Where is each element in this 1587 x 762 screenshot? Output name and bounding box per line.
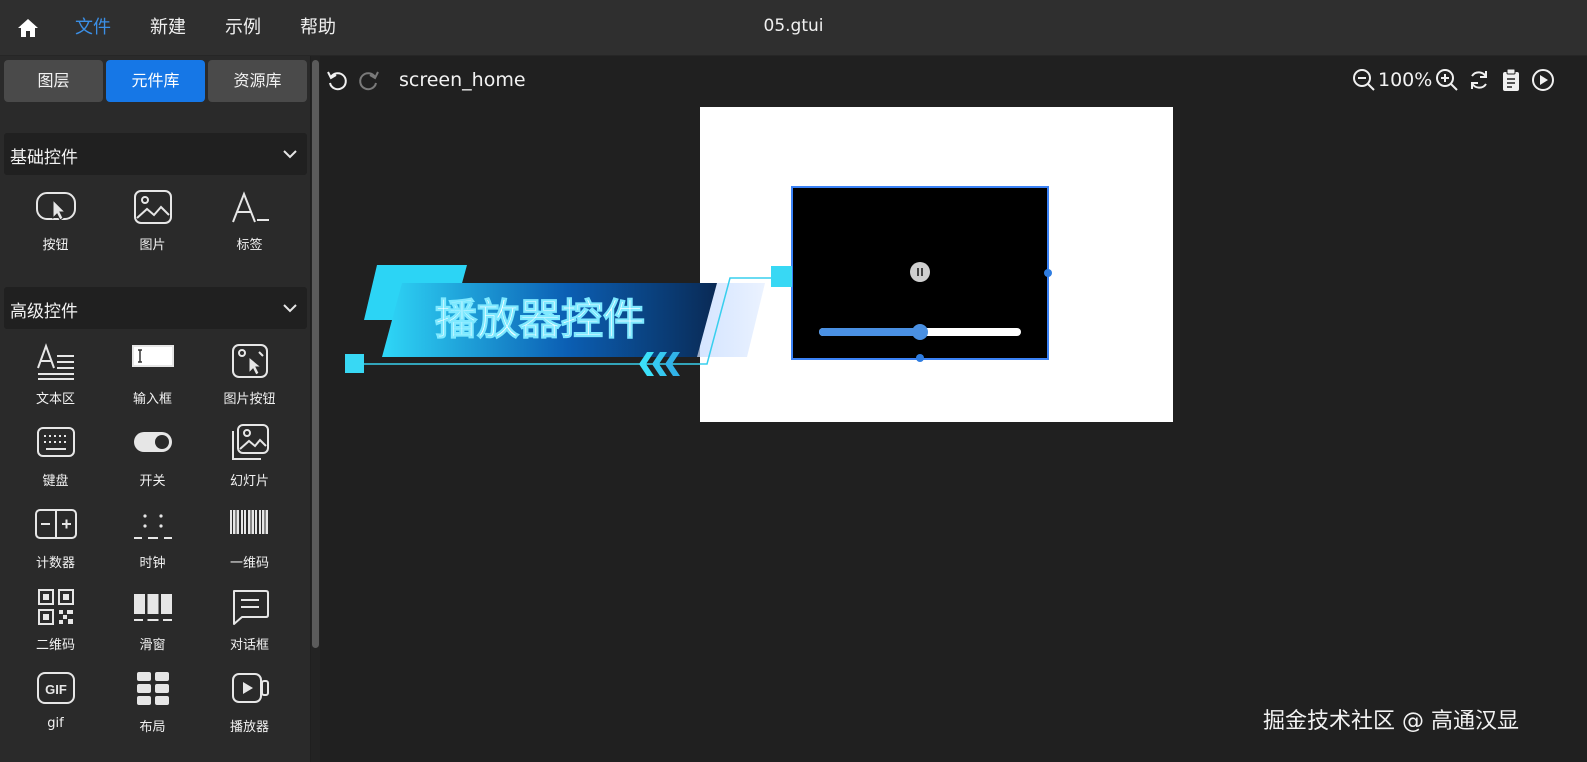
widget-label: 图片 bbox=[139, 238, 166, 253]
image-button-icon bbox=[232, 344, 268, 378]
widget-button[interactable]: 按钮 bbox=[7, 188, 104, 264]
widget-label-text[interactable]: 标签 bbox=[201, 188, 298, 264]
widget-label: 时钟 bbox=[139, 556, 166, 571]
section-advanced-title: 高级控件 bbox=[10, 302, 78, 322]
section-advanced-controls[interactable]: 高级控件 bbox=[4, 287, 307, 329]
zoom-out-icon[interactable] bbox=[1352, 68, 1376, 92]
menu-file[interactable]: 文件 bbox=[75, 16, 111, 40]
widget-keyboard[interactable]: 键盘 bbox=[7, 424, 104, 500]
section-basic-controls[interactable]: 基础控件 bbox=[4, 133, 307, 175]
clock-icon bbox=[134, 514, 172, 539]
chevron-down-icon[interactable] bbox=[281, 145, 299, 163]
widget-slideshow[interactable]: 幻灯片 bbox=[201, 424, 298, 500]
widget-label: 标签 bbox=[236, 238, 263, 253]
panel-scrollbar[interactable] bbox=[311, 56, 320, 762]
layout-grid-icon bbox=[137, 672, 169, 705]
keyboard-icon bbox=[37, 427, 75, 457]
redo-icon[interactable] bbox=[357, 68, 381, 92]
scrollbar-thumb[interactable] bbox=[312, 60, 319, 648]
widget-label: 二维码 bbox=[35, 638, 75, 653]
text-area-icon bbox=[37, 343, 74, 380]
widget-input[interactable]: 输入框 bbox=[104, 342, 201, 418]
widget-qrcode[interactable]: 二维码 bbox=[7, 588, 104, 664]
callout-banner: 播放器控件 bbox=[345, 265, 792, 376]
banner-title: 播放器控件 bbox=[435, 295, 645, 344]
menu-examples[interactable]: 示例 bbox=[225, 16, 261, 40]
tab-resource-library[interactable]: 资源库 bbox=[208, 60, 307, 102]
image-icon bbox=[134, 190, 172, 224]
menu-bar: 文件 新建 示例 帮助 05.gtui bbox=[0, 0, 1587, 56]
widget-label: 一维码 bbox=[229, 556, 269, 571]
editor-area: screen_home 100% bbox=[320, 56, 1587, 762]
widget-counter[interactable]: 计数器 bbox=[7, 506, 104, 582]
component-panel: 图层 元件库 资源库 基础控件 按钮 图片 标签 高级控件 文本区 输入框 图片… bbox=[0, 56, 310, 762]
sliding-window-icon bbox=[134, 594, 172, 621]
play-preview-icon[interactable] bbox=[1531, 68, 1555, 92]
qrcode-icon bbox=[38, 589, 74, 625]
zoom-in-icon[interactable] bbox=[1435, 68, 1459, 92]
counter-icon bbox=[35, 509, 77, 539]
player-widget[interactable] bbox=[791, 186, 1049, 360]
widget-label: 输入框 bbox=[132, 392, 172, 407]
input-box-icon bbox=[132, 345, 174, 367]
button-cursor-icon bbox=[36, 192, 76, 221]
tab-component-library[interactable]: 元件库 bbox=[106, 60, 205, 102]
widget-gif[interactable]: GIF gif bbox=[7, 670, 104, 746]
undo-icon[interactable] bbox=[325, 68, 349, 92]
screen-name: screen_home bbox=[399, 69, 526, 91]
widget-barcode[interactable]: 一维码 bbox=[201, 506, 298, 582]
widget-layout[interactable]: 布局 bbox=[104, 670, 201, 746]
barcode-icon bbox=[230, 510, 268, 534]
widget-label: 播放器 bbox=[229, 720, 269, 735]
menu-help[interactable]: 帮助 bbox=[300, 16, 336, 40]
resize-handle-bottom[interactable] bbox=[916, 354, 924, 362]
file-title: 05.gtui bbox=[763, 16, 824, 36]
widget-dialog[interactable]: 对话框 bbox=[201, 588, 298, 664]
progress-fill bbox=[819, 328, 920, 336]
menu-new[interactable]: 新建 bbox=[150, 16, 186, 40]
widget-label: 布局 bbox=[139, 720, 166, 735]
tab-layers[interactable]: 图层 bbox=[4, 60, 103, 102]
slideshow-icon bbox=[232, 424, 269, 460]
refresh-icon[interactable] bbox=[1467, 68, 1491, 92]
pause-icon[interactable] bbox=[910, 262, 930, 282]
widget-label: 按钮 bbox=[42, 238, 69, 253]
widget-textarea[interactable]: 文本区 bbox=[7, 342, 104, 418]
zoom-level: 100% bbox=[1378, 69, 1433, 91]
widget-sliding-window[interactable]: 滑窗 bbox=[104, 588, 201, 664]
widget-switch[interactable]: 开关 bbox=[104, 424, 201, 500]
toggle-switch-icon bbox=[134, 432, 172, 452]
widget-label: 图片按钮 bbox=[223, 392, 276, 407]
widget-image-button[interactable]: 图片按钮 bbox=[201, 342, 298, 418]
widget-image[interactable]: 图片 bbox=[104, 188, 201, 264]
widget-label: 文本区 bbox=[35, 392, 75, 407]
section-basic-title: 基础控件 bbox=[10, 148, 78, 168]
player-icon bbox=[232, 673, 269, 703]
dialog-icon bbox=[233, 590, 269, 625]
watermark: 掘金技术社区 @ 高通汉显 bbox=[1263, 709, 1519, 734]
chevron-down-icon[interactable] bbox=[281, 299, 299, 317]
clipboard-icon[interactable] bbox=[1499, 68, 1523, 92]
widget-label: gif bbox=[47, 716, 64, 731]
gif-icon: GIF bbox=[37, 672, 75, 704]
text-label-icon bbox=[232, 191, 269, 223]
widget-label: 幻灯片 bbox=[229, 474, 269, 489]
resize-handle-right[interactable] bbox=[1044, 269, 1052, 277]
progress-slider[interactable] bbox=[819, 324, 1021, 340]
widget-player[interactable]: 播放器 bbox=[201, 670, 298, 746]
widget-label: 开关 bbox=[139, 474, 166, 489]
widget-label: 滑窗 bbox=[139, 638, 166, 653]
home-icon[interactable] bbox=[17, 18, 39, 38]
widget-label: 键盘 bbox=[42, 474, 69, 489]
progress-knob[interactable] bbox=[912, 324, 928, 340]
widget-label: 计数器 bbox=[35, 556, 75, 571]
widget-clock[interactable]: 时钟 bbox=[104, 506, 201, 582]
svg-text:GIF: GIF bbox=[45, 682, 67, 697]
widget-label: 对话框 bbox=[229, 638, 269, 653]
